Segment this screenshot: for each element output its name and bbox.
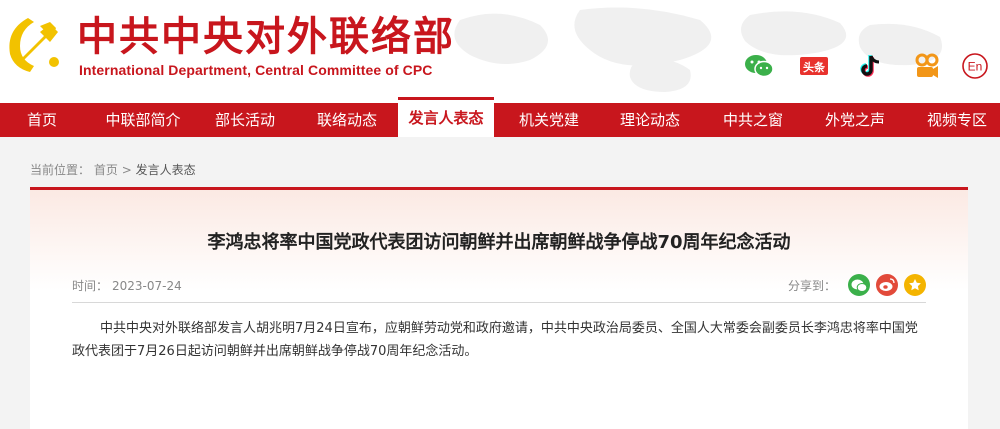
nav-item-minister-activities[interactable]: 部长活动	[200, 103, 290, 137]
nav-item-foreign-parties[interactable]: 外党之声	[810, 103, 900, 137]
site-header: 中共中央对外联络部 International Department, Cent…	[0, 0, 1000, 103]
article-panel: 李鸿忠将率中国党政代表团访问朝鲜并出席朝鲜战争停战70周年纪念活动 时间： 202…	[30, 187, 968, 429]
nav-item-theory[interactable]: 理论动态	[605, 103, 695, 137]
time-label: 时间：	[72, 279, 109, 293]
nav-item-cpc-window[interactable]: 中共之窗	[708, 103, 798, 137]
article-time: 时间： 2023-07-24	[72, 277, 182, 294]
breadcrumb-home-link[interactable]: 首页	[94, 163, 118, 177]
share-bar: 分享到：	[788, 273, 927, 297]
main-nav: 首页 中联部简介 部长活动 联络动态 发言人表态 机关党建 理论动态 中共之窗 …	[0, 97, 1000, 137]
nav-item-home[interactable]: 首页	[0, 103, 84, 137]
weibo-video-icon[interactable]	[909, 48, 945, 84]
favorite-icon[interactable]	[904, 274, 927, 296]
article-title: 李鸿忠将率中国党政代表团访问朝鲜并出席朝鲜战争停战70周年纪念活动	[207, 232, 791, 253]
cpc-emblem-logo	[9, 18, 59, 72]
english-label: En	[968, 60, 983, 74]
tiktok-icon[interactable]	[852, 48, 888, 84]
wechat-share-icon[interactable]	[848, 274, 871, 296]
breadcrumb-current[interactable]: 发言人表态	[136, 163, 196, 177]
site-subtitle: International Department, Central Commit…	[79, 62, 433, 78]
english-icon[interactable]: En	[957, 48, 993, 84]
toutiao-icon[interactable]: 头条	[796, 48, 832, 84]
nav-item-videos[interactable]: 视频专区	[914, 103, 1000, 137]
toutiao-label: 头条	[803, 60, 826, 74]
share-label: 分享到：	[788, 278, 837, 293]
nav-item-spokesperson[interactable]: 发言人表态	[398, 97, 494, 137]
nav-item-liaison-news[interactable]: 联络动态	[302, 103, 392, 137]
article-body: 中共中央对外联络部发言人胡兆明7月24日宣布，应朝鲜劳动党和政府邀请，中共中央政…	[72, 321, 918, 359]
nav-item-party-building[interactable]: 机关党建	[504, 103, 594, 137]
breadcrumb: 当前位置： 首页 > 发言人表态	[30, 161, 196, 178]
time-value: 2023-07-24	[112, 279, 182, 293]
wechat-icon[interactable]	[741, 48, 777, 84]
breadcrumb-separator: >	[121, 163, 132, 177]
nav-item-about[interactable]: 中联部简介	[93, 103, 193, 137]
site-title: 中共中央对外联络部	[77, 13, 455, 60]
weibo-share-icon[interactable]	[876, 274, 899, 296]
breadcrumb-label: 当前位置：	[30, 163, 91, 177]
article-divider	[72, 302, 926, 303]
